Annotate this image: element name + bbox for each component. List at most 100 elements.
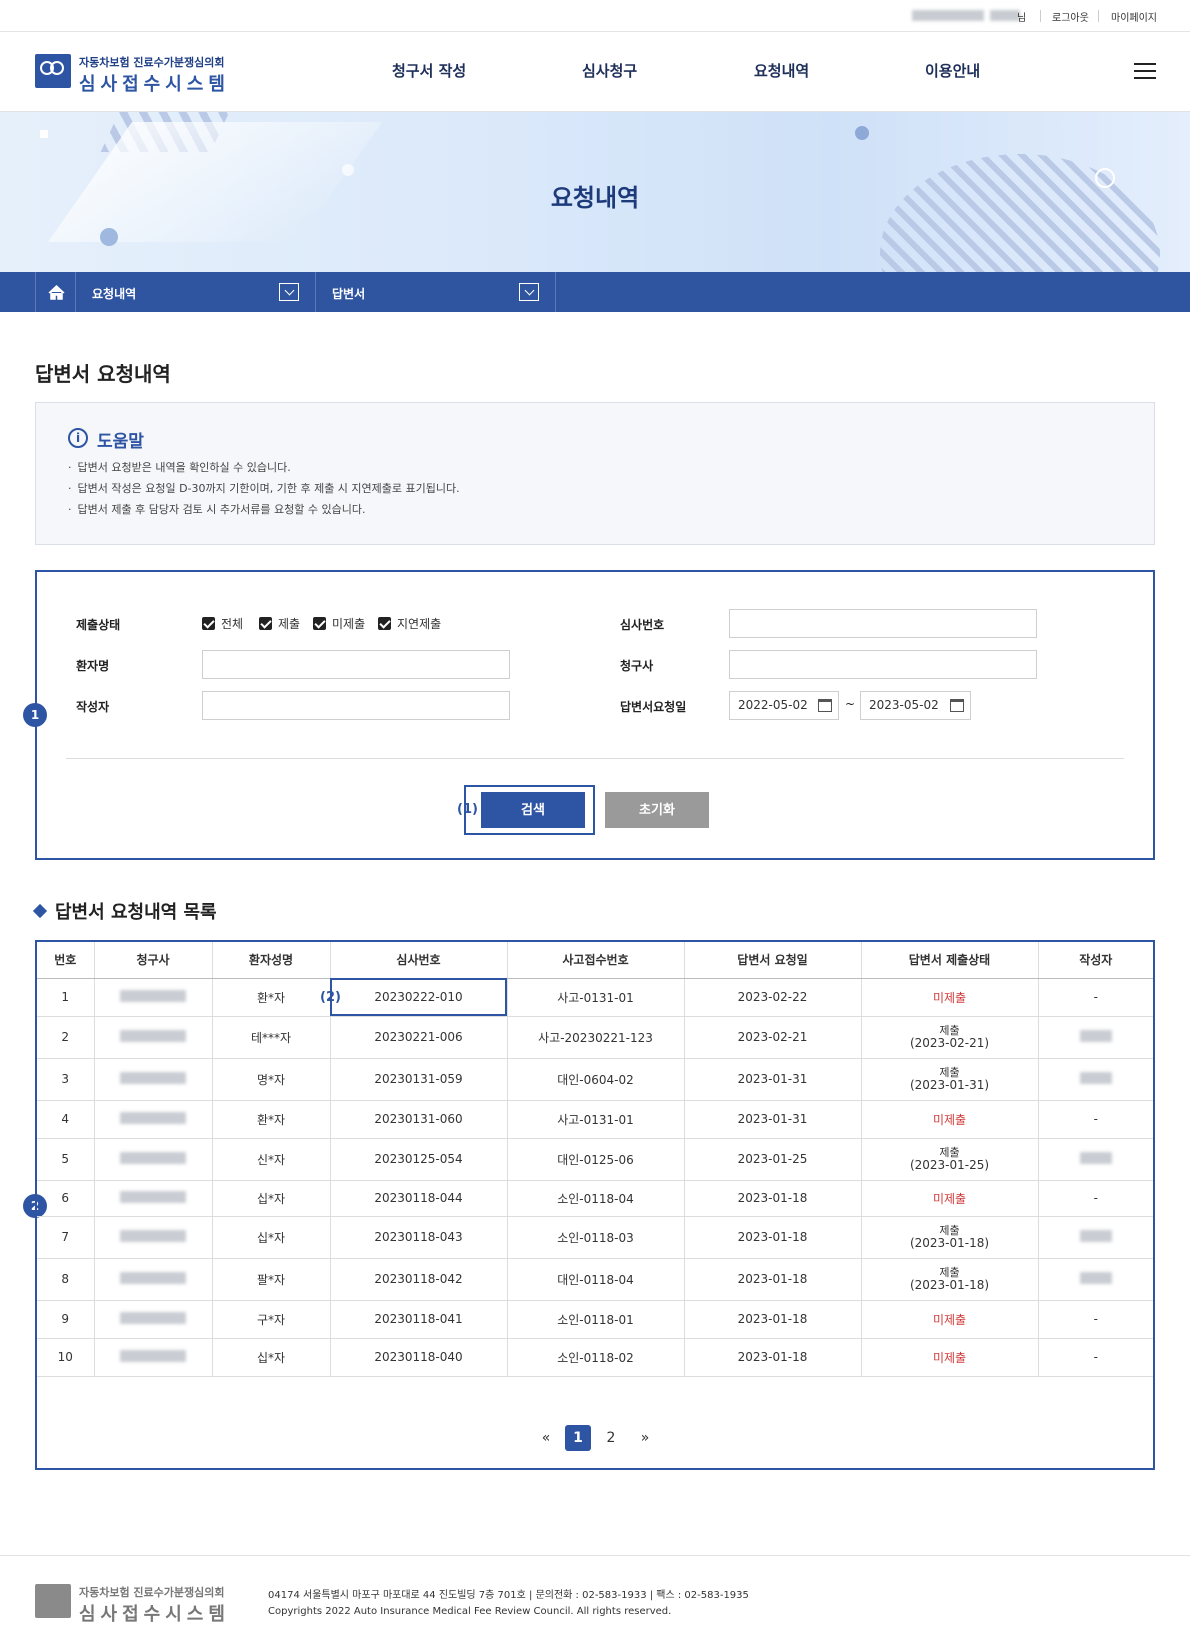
menu-icon[interactable] <box>1134 63 1156 81</box>
submit-status-label: 제출 <box>939 1265 960 1279</box>
writer-cell <box>1038 1058 1153 1101</box>
calendar-icon[interactable] <box>818 699 832 712</box>
review-no-link[interactable]: 20230125-054 <box>330 1138 508 1181</box>
checkbox-all[interactable] <box>202 617 215 630</box>
review-no-link[interactable]: 20230222-010 <box>330 978 508 1017</box>
patient-name: 십*자 <box>212 1338 331 1377</box>
claimant-label: 청구사 <box>620 659 654 673</box>
claimant-cell <box>94 978 213 1017</box>
patient-label: 환자명 <box>76 659 110 673</box>
breadcrumb-select-level2[interactable]: 답변서 <box>316 272 556 312</box>
annotation-label-2: (2) <box>320 990 341 1005</box>
table-row[interactable]: 3 명*자 20230131-059 대인-0604-02 2023-01-31 제출 (2… <box>37 1058 1153 1101</box>
date-range-separator: ~ <box>845 697 856 711</box>
table-row[interactable]: 4 환*자 20230131-060 사고-0131-01 2023-01-31 미제출 - <box>37 1100 1153 1139</box>
divider <box>66 758 1124 759</box>
checkbox-late-label: 지연제출 <box>397 617 442 631</box>
home-icon[interactable] <box>35 272 76 312</box>
request-date: 2023-01-18 <box>684 1338 862 1377</box>
claimant-cell <box>94 1338 213 1377</box>
request-list-table: 번호 청구사 환자성명 심사번호 사고접수번호 답변서 요청일 답변서 제출상태 작성자 1 환… <box>37 942 1153 1377</box>
checkbox-unsubmitted[interactable] <box>313 617 326 630</box>
diamond-icon <box>32 903 48 919</box>
table-row[interactable]: 10 십*자 20230118-040 소인-0118-02 2023-01-18 미제출… <box>37 1338 1153 1377</box>
nav-review-request[interactable]: 심사청구 <box>582 60 637 81</box>
accident-no: 대인-0604-02 <box>507 1058 685 1101</box>
banner-decoration <box>100 228 118 246</box>
logout-link[interactable]: 로그아웃 <box>1052 9 1089 24</box>
patient-name: 신*자 <box>212 1138 331 1181</box>
writer-cell <box>1038 1016 1153 1059</box>
nav-request-history[interactable]: 요청내역 <box>754 60 809 81</box>
review-no-link[interactable]: 20230118-040 <box>330 1338 508 1377</box>
last-page-button[interactable]: » <box>632 1425 658 1451</box>
page-banner: 요청내역 <box>0 112 1190 272</box>
logo-subtitle[interactable]: 자동차보험 진료수가분쟁심의회 <box>79 54 225 70</box>
page-1-button[interactable]: 1 <box>565 1425 591 1451</box>
banner-decoration <box>880 154 1160 272</box>
claimant-input[interactable] <box>729 650 1037 679</box>
column-header: 작성자 <box>1038 942 1153 979</box>
page-2-button[interactable]: 2 <box>598 1425 624 1451</box>
list-title-text: 답변서 요청내역 목록 <box>55 902 217 923</box>
patient-name: 명*자 <box>212 1058 331 1101</box>
submit-status: 제출 (2023-01-18) <box>861 1216 1039 1259</box>
table-row[interactable]: 1 환*자 20230222-010 사고-0131-01 2023-02-22 미제출 - <box>37 978 1153 1017</box>
review-no-link[interactable]: 20230131-060 <box>330 1100 508 1139</box>
accident-no: 대인-0118-04 <box>507 1258 685 1301</box>
table-row[interactable]: 8 팔*자 20230118-042 대인-0118-04 2023-01-18 제출 (2… <box>37 1258 1153 1301</box>
page-title: 답변서 요청내역 <box>35 362 171 386</box>
table-row[interactable]: 5 신*자 20230125-054 대인-0125-06 2023-01-25 제출 (2… <box>37 1138 1153 1181</box>
column-header: 답변서 요청일 <box>684 942 862 979</box>
user-org-redacted <box>990 10 1020 21</box>
reset-button[interactable]: 초기화 <box>605 792 709 828</box>
request-date: 2023-01-18 <box>684 1300 862 1339</box>
column-header: 청구사 <box>94 942 213 979</box>
review-no-link[interactable]: 20230118-042 <box>330 1258 508 1301</box>
column-header: 환자성명 <box>212 942 331 979</box>
breadcrumb-select-level1[interactable]: 요청내역 <box>76 272 316 312</box>
patient-input[interactable] <box>202 650 510 679</box>
nav-claim-write[interactable]: 청구서 작성 <box>392 60 466 81</box>
submit-status: 제출 (2023-01-31) <box>861 1058 1039 1101</box>
writer-input[interactable] <box>202 691 510 720</box>
first-page-button[interactable]: « <box>533 1425 559 1451</box>
nav-guide[interactable]: 이용안내 <box>925 60 980 81</box>
claimant-cell <box>94 1138 213 1181</box>
table-row[interactable]: 9 구*자 20230118-041 소인-0118-01 2023-01-18 미제출 - <box>37 1300 1153 1339</box>
table-row[interactable]: 2 테***자 20230221-006 사고-20230221-123 2023-02… <box>37 1016 1153 1059</box>
review-no-link[interactable]: 20230118-044 <box>330 1180 508 1217</box>
calendar-icon[interactable] <box>950 699 964 712</box>
review-no-link[interactable]: 20230221-006 <box>330 1016 508 1059</box>
claimant-cell <box>94 1216 213 1259</box>
column-header: 사고접수번호 <box>507 942 685 979</box>
checkbox-unsubmitted-label: 미제출 <box>332 617 366 631</box>
checkbox-submitted[interactable] <box>259 617 272 630</box>
column-header: 심사번호 <box>330 942 508 979</box>
review-no-link[interactable]: 20230131-059 <box>330 1058 508 1101</box>
row-number: 7 <box>37 1216 95 1259</box>
review-no-input[interactable] <box>729 609 1037 638</box>
table-row[interactable]: 6 십*자 20230118-044 소인-0118-04 2023-01-18 미제출 - <box>37 1180 1153 1217</box>
submit-status-label: 미제출 <box>932 1191 967 1206</box>
accident-no: 대인-0125-06 <box>507 1138 685 1181</box>
date-to-input[interactable]: 2023-05-02 <box>860 691 971 720</box>
search-button[interactable]: 검색 <box>481 792 585 828</box>
review-no-link[interactable]: 20230118-041 <box>330 1300 508 1339</box>
review-no-link[interactable]: 20230118-043 <box>330 1216 508 1259</box>
mypage-link[interactable]: 마이페이지 <box>1111 9 1157 24</box>
breadcrumb-level2-label: 답변서 <box>332 287 366 301</box>
claimant-redacted <box>120 1311 186 1324</box>
date-from-input[interactable]: 2022-05-02 <box>729 691 839 720</box>
patient-name: 구*자 <box>212 1300 331 1339</box>
logo-icon[interactable] <box>35 54 71 88</box>
banner-decoration <box>855 126 869 140</box>
claimant-redacted <box>120 1349 186 1362</box>
submit-status-label: 미제출 <box>932 1312 967 1327</box>
checkbox-late[interactable] <box>378 617 391 630</box>
submit-status-date: (2023-01-18) <box>909 1235 990 1250</box>
table-row[interactable]: 7 십*자 20230118-043 소인-0118-03 2023-01-18 제출 (2… <box>37 1216 1153 1259</box>
writer-cell <box>1038 1216 1153 1259</box>
request-date: 2023-02-21 <box>684 1016 862 1059</box>
logo-title[interactable]: 심사접수시스템 <box>79 70 230 96</box>
